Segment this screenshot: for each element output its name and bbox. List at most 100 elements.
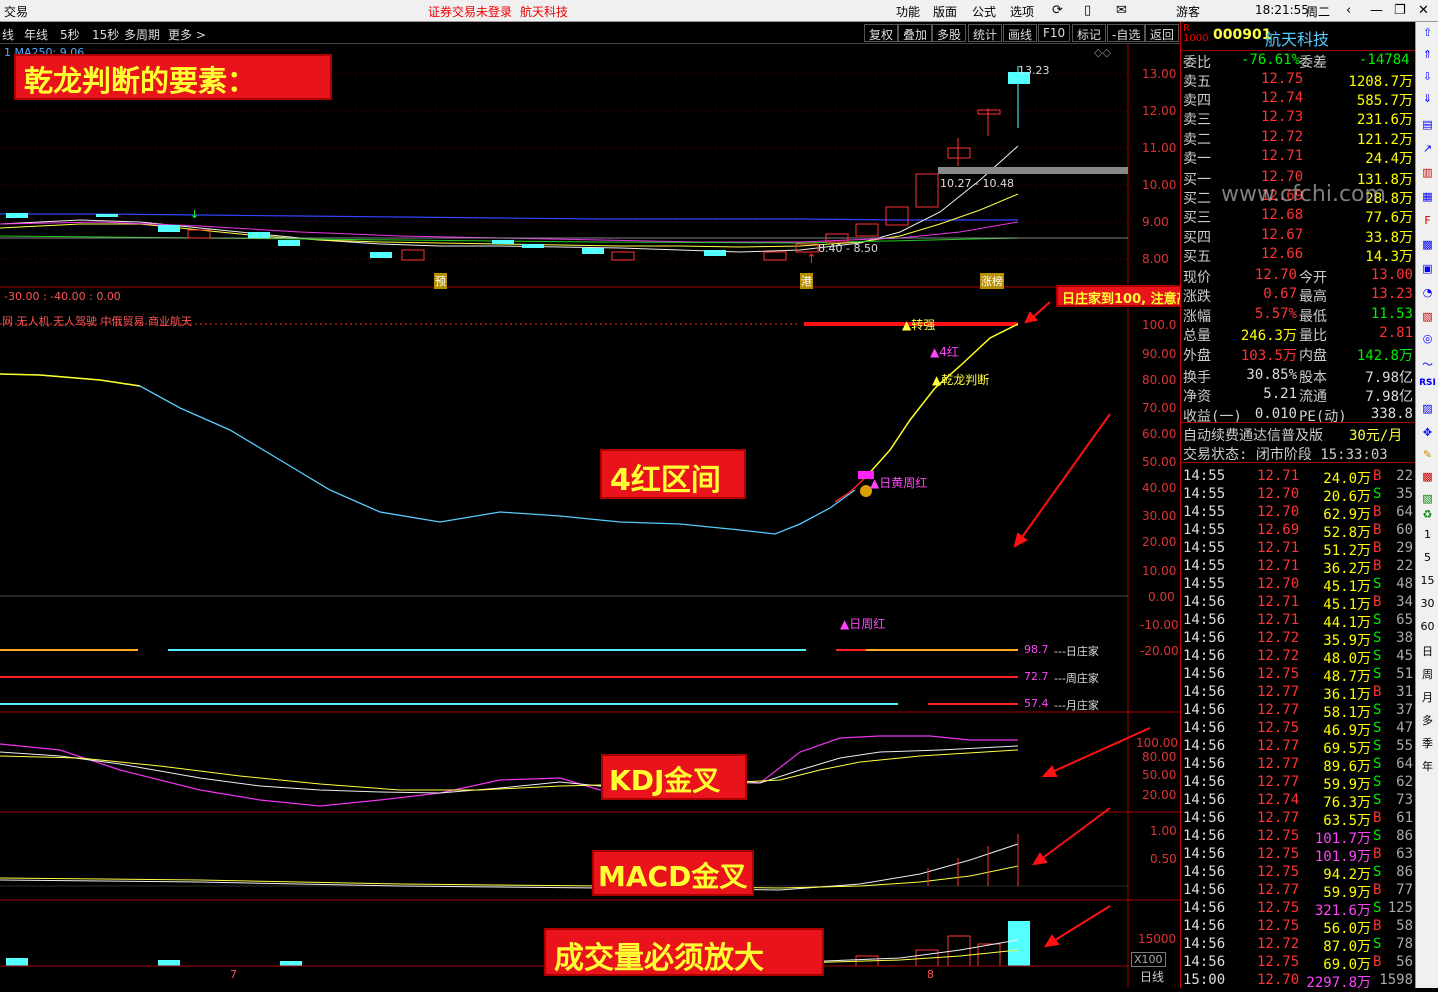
btn-tongji[interactable]: 统计 xyxy=(968,24,1003,42)
tick-row[interactable]: 14:56 12.72 48.0万 S 45 xyxy=(1181,647,1416,667)
user-label[interactable]: 游客 xyxy=(1176,3,1200,20)
sidebar-period-4[interactable]: 60 xyxy=(1418,620,1437,638)
btn-diejia[interactable]: 叠加 xyxy=(898,24,933,42)
period-more[interactable]: 更多 > xyxy=(168,26,206,43)
sidebar-period-8[interactable]: 多 xyxy=(1418,712,1437,730)
tick-row[interactable]: 14:56 12.75 48.7万 S 51 xyxy=(1181,665,1416,685)
tick-row[interactable]: 14:56 12.75 321.6万 S 125 xyxy=(1181,899,1416,919)
event-yu[interactable]: 预 xyxy=(434,273,447,289)
ask-row[interactable]: 卖三 12.73 231.6万 xyxy=(1181,108,1416,128)
tick-row[interactable]: 14:56 12.75 94.2万 S 86 xyxy=(1181,863,1416,883)
tick-row[interactable]: 14:56 12.72 87.0万 S 78 xyxy=(1181,935,1416,955)
maximize-icon[interactable]: ❐ xyxy=(1394,3,1406,18)
menu-options[interactable]: 选项 xyxy=(1010,3,1034,20)
period-5s[interactable]: 5秒 xyxy=(60,26,80,43)
tick-row[interactable]: 14:55 12.71 51.2万 B 29 xyxy=(1181,539,1416,559)
circle-icon[interactable]: ◎ xyxy=(1418,332,1437,350)
btn-biaoji[interactable]: 标记 xyxy=(1072,24,1107,42)
f10-icon[interactable]: F xyxy=(1418,214,1437,232)
bar-icon[interactable]: ▦ xyxy=(1418,190,1437,208)
event-zhangbang[interactable]: 涨榜 xyxy=(980,273,1004,289)
arrow-down-icon[interactable]: ⇩ xyxy=(1418,70,1437,88)
sidebar-period-2[interactable]: 15 xyxy=(1418,574,1437,592)
tick-row[interactable]: 14:56 12.77 58.1万 S 37 xyxy=(1181,701,1416,721)
tick-row[interactable]: 14:56 12.77 63.5万 B 61 xyxy=(1181,809,1416,829)
tick-row[interactable]: 14:55 12.70 62.9万 B 64 xyxy=(1181,503,1416,523)
tick-row[interactable]: 14:56 12.75 101.7万 S 86 xyxy=(1181,827,1416,847)
tick-row[interactable]: 14:56 12.71 44.1万 S 65 xyxy=(1181,611,1416,631)
tick-row[interactable]: 14:55 12.69 52.8万 B 60 xyxy=(1181,521,1416,541)
tick-row[interactable]: 14:55 12.71 24.0万 B 22 xyxy=(1181,467,1416,487)
move-icon[interactable]: ✥ xyxy=(1418,426,1437,444)
tick-list[interactable]: 14:55 12.71 24.0万 B 22 14:55 12.70 20.6万 S 35 14:5… xyxy=(1181,462,1416,991)
tick-row[interactable]: 14:55 12.70 20.6万 S 35 xyxy=(1181,485,1416,505)
bid-row[interactable]: 买三 12.68 77.6万 xyxy=(1181,206,1416,226)
btn-duogu[interactable]: 多股 xyxy=(932,24,967,42)
rsi-icon[interactable]: RSI xyxy=(1418,378,1437,396)
tick-row[interactable]: 14:56 12.71 45.1万 B 34 xyxy=(1181,593,1416,613)
period-line[interactable]: 线 xyxy=(2,26,14,43)
sidebar-period-3[interactable]: 30 xyxy=(1418,597,1437,615)
bid-row[interactable]: 买五 12.66 14.3万 xyxy=(1181,245,1416,265)
tick-row[interactable]: 14:56 12.74 76.3万 S 73 xyxy=(1181,791,1416,811)
arrow-up-icon[interactable]: ⇧ xyxy=(1418,26,1437,44)
pen-icon[interactable]: ✎ xyxy=(1418,448,1437,466)
mark-icon[interactable]: ▩ xyxy=(1418,470,1437,488)
period-multi[interactable]: 多周期 xyxy=(124,26,160,43)
tick-row[interactable]: 14:56 12.77 59.9万 S 62 xyxy=(1181,773,1416,793)
back-icon[interactable]: ‹ xyxy=(1346,3,1351,18)
tick-row[interactable]: 15:00 12.70 2297.8万 1598 xyxy=(1181,971,1416,991)
indicator-icon[interactable]: ▨ xyxy=(1418,402,1437,420)
close-icon[interactable]: ✕ xyxy=(1418,3,1429,18)
kline-icon[interactable]: ▥ xyxy=(1418,166,1437,184)
tick-row[interactable]: 14:56 12.77 36.1万 B 31 xyxy=(1181,683,1416,703)
phone-icon[interactable]: ▯ xyxy=(1084,3,1091,18)
sidebar-period-0[interactable]: 1 xyxy=(1418,528,1437,546)
menu-layout[interactable]: 版面 xyxy=(933,3,957,20)
refresh-panel-icon[interactable]: ♻ xyxy=(1418,508,1437,526)
period-15s[interactable]: 15秒 xyxy=(92,26,119,43)
tick-row[interactable]: 14:55 12.70 45.1万 S 48 xyxy=(1181,575,1416,595)
tick-row[interactable]: 14:56 12.75 46.9万 S 47 xyxy=(1181,719,1416,739)
ask-row[interactable]: 卖二 12.72 121.2万 xyxy=(1181,128,1416,148)
btn-fanhui[interactable]: 返回 xyxy=(1145,24,1180,42)
btn-zixuan[interactable]: -自选 xyxy=(1107,24,1146,42)
table-icon[interactable]: ▣ xyxy=(1418,262,1437,280)
tick-row[interactable]: 14:56 12.75 69.0万 B 56 xyxy=(1181,953,1416,973)
ask-row[interactable]: 卖五 12.75 1208.7万 xyxy=(1181,70,1416,90)
trend-icon[interactable]: 〜 xyxy=(1418,356,1437,374)
minimize-icon[interactable]: — xyxy=(1370,3,1383,18)
arrow-double-up-icon[interactable]: ⇑ xyxy=(1418,48,1437,66)
tick-row[interactable]: 14:56 12.77 89.6万 S 64 xyxy=(1181,755,1416,775)
sidebar-period-9[interactable]: 季 xyxy=(1418,735,1437,753)
event-gang[interactable]: 港 xyxy=(800,273,813,289)
ask-row[interactable]: 卖四 12.74 585.7万 xyxy=(1181,89,1416,109)
sidebar-period-7[interactable]: 月 xyxy=(1418,689,1437,707)
line-chart-icon[interactable]: ↗ xyxy=(1418,142,1437,160)
tick-row[interactable]: 14:56 12.72 35.9万 S 38 xyxy=(1181,629,1416,649)
sidebar-period-10[interactable]: 年 xyxy=(1418,758,1437,776)
tick-row[interactable]: 14:55 12.71 36.2万 B 22 xyxy=(1181,557,1416,577)
ask-row[interactable]: 卖一 12.71 24.4万 xyxy=(1181,147,1416,167)
refresh-icon[interactable]: ⟳ xyxy=(1052,3,1063,18)
sidebar-period-5[interactable]: 日 xyxy=(1418,643,1437,661)
tick-row[interactable]: 14:56 12.75 101.9万 B 63 xyxy=(1181,845,1416,865)
menu-function[interactable]: 功能 xyxy=(896,3,920,20)
btn-huaxian[interactable]: 画线 xyxy=(1003,24,1038,42)
sidebar-period-6[interactable]: 周 xyxy=(1418,666,1437,684)
btn-f10[interactable]: F10 xyxy=(1038,24,1071,42)
bid-row[interactable]: 买四 12.67 33.8万 xyxy=(1181,226,1416,246)
tick-row[interactable]: 14:56 12.77 69.5万 S 55 xyxy=(1181,737,1416,757)
grid-icon[interactable]: ▩ xyxy=(1418,238,1437,256)
login-notice[interactable]: 证券交易未登录 xyxy=(428,3,512,20)
stat-icon[interactable]: ▧ xyxy=(1418,310,1437,328)
btn-fuquan[interactable]: 复权 xyxy=(864,24,899,42)
period-year[interactable]: 年线 xyxy=(24,26,48,43)
arrow-double-down-icon[interactable]: ⇓ xyxy=(1418,92,1437,110)
pie-icon[interactable]: ◔ xyxy=(1418,286,1437,304)
menu-formula[interactable]: 公式 xyxy=(972,3,996,20)
sidebar-period-1[interactable]: 5 xyxy=(1418,551,1437,569)
mail-icon[interactable]: ✉ xyxy=(1116,3,1127,18)
period-label[interactable]: 日线 xyxy=(1140,968,1164,985)
diamond-icon[interactable]: ◇◇ xyxy=(1094,46,1111,59)
